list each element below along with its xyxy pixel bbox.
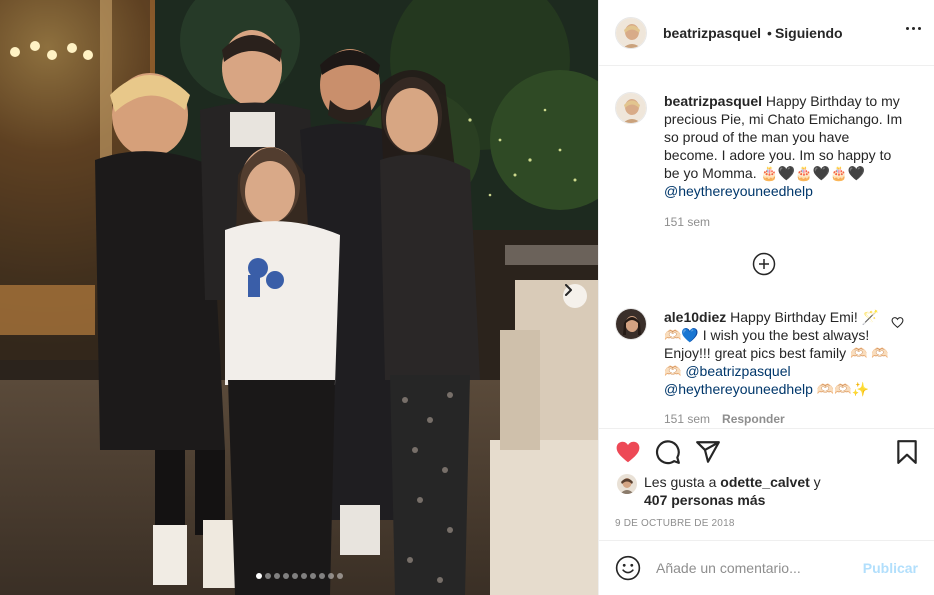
heart-filled-icon[interactable] [615, 439, 641, 465]
caption-text-block: beatrizpasquel Happy Birthday to my prec… [664, 92, 904, 200]
next-photo-button[interactable] [563, 284, 587, 308]
likes-prefix: Les gusta a [644, 474, 721, 490]
post-side-panel: beatrizpasquel • Siguiendo beatrizpasque… [598, 0, 934, 595]
carousel-dot [336, 573, 343, 579]
comment-item: ale10diez Happy Birthday Emi! 🪄 🫶🏻💙 I wi… [615, 308, 921, 398]
author-username[interactable]: beatrizpasquel [663, 25, 761, 41]
post-header: beatrizpasquel • Siguiendo [599, 0, 934, 66]
reply-button[interactable]: Responder [722, 412, 785, 426]
chevron-right-icon [565, 284, 572, 296]
comment-text-block: ale10diez Happy Birthday Emi! 🪄 🫶🏻💙 I wi… [664, 308, 894, 398]
comment-meta: 151 sem Responder [664, 412, 785, 426]
carousel-dot [291, 573, 298, 579]
paper-plane-icon[interactable] [695, 439, 721, 465]
post-date[interactable]: 9 DE OCTUBRE DE 2018 [615, 518, 735, 529]
carousel-indicator [0, 573, 598, 579]
author-avatar[interactable] [615, 16, 647, 49]
plus-circle-icon [752, 252, 776, 276]
carousel-dot [273, 573, 280, 579]
header-separator: • [767, 24, 772, 41]
family-photo-illustration [0, 0, 598, 595]
carousel-dot [309, 573, 316, 579]
comment-username[interactable]: ale10diez [664, 309, 726, 325]
caption-timestamp[interactable]: 151 sem [664, 215, 710, 229]
avatar-image [616, 93, 646, 123]
carousel-dot [282, 573, 289, 579]
caption-username[interactable]: beatrizpasquel [664, 93, 762, 109]
carousel-dot [300, 573, 307, 579]
load-more-comments-button[interactable] [752, 252, 776, 276]
likes-connector: y [809, 474, 821, 490]
bookmark-icon[interactable] [894, 439, 920, 465]
comment-bubble-icon[interactable] [655, 439, 681, 465]
smiley-icon[interactable] [615, 555, 641, 581]
post-photo[interactable] [0, 0, 598, 595]
carousel-dot [255, 573, 262, 579]
caption-avatar[interactable] [615, 92, 647, 124]
liker-avatar[interactable] [617, 474, 637, 494]
comment-input[interactable] [656, 560, 846, 576]
comment-mention-2[interactable]: @heythereyouneedhelp [664, 381, 813, 397]
comment-mention-1[interactable]: @beatrizpasquel [685, 363, 790, 379]
publish-button[interactable]: Publicar [863, 560, 918, 576]
caption-mention[interactable]: @heythereyouneedhelp [664, 183, 813, 199]
comment-like-heart-icon[interactable] [891, 316, 904, 329]
post-caption: beatrizpasquel Happy Birthday to my prec… [615, 92, 921, 200]
carousel-dot [264, 573, 271, 579]
add-comment-bar: Publicar [599, 540, 934, 595]
follow-status-button[interactable]: Siguiendo [775, 25, 843, 41]
avatar-image [617, 474, 637, 494]
carousel-dot [327, 573, 334, 579]
liker-username[interactable]: odette_calvet [720, 474, 809, 490]
post-actions: Les gusta a odette_calvet y 407 personas … [599, 428, 934, 540]
likes-summary: Les gusta a odette_calvet y 407 personas … [617, 473, 821, 509]
commenter-avatar[interactable] [615, 308, 647, 340]
more-options-icon[interactable] [906, 27, 921, 30]
likes-others-link[interactable]: 407 personas más [644, 492, 765, 508]
comment-trailing: 🫶🏻🫶🏻✨ [812, 381, 870, 397]
avatar-image [616, 309, 646, 339]
comment-timestamp[interactable]: 151 sem [664, 412, 710, 426]
carousel-dot [318, 573, 325, 579]
avatar-image [616, 17, 646, 48]
likes-text: Les gusta a odette_calvet y 407 personas … [644, 473, 821, 509]
